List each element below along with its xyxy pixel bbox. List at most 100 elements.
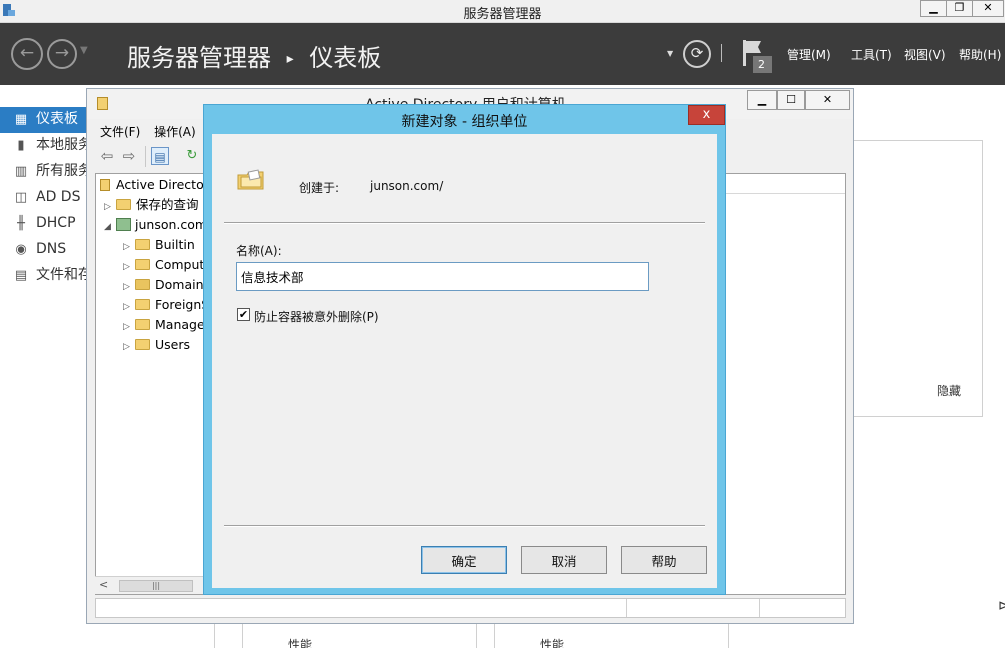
- expand-arrow-icon[interactable]: ▷: [123, 297, 135, 317]
- aduc-close-button[interactable]: ✕: [805, 90, 850, 110]
- sidebar-item-file-storage[interactable]: ▤ 文件和存: [0, 263, 95, 289]
- cancel-button[interactable]: 取消: [521, 546, 607, 574]
- folder-icon: [135, 239, 150, 250]
- sidebar-item-all-servers[interactable]: ▥ 所有服务: [0, 159, 95, 185]
- aduc-maximize-button[interactable]: ☐: [777, 90, 805, 110]
- menu-manage[interactable]: 管理(M): [787, 46, 831, 63]
- protect-deletion-checkbox[interactable]: ✔: [237, 308, 250, 321]
- organizational-unit-icon: [237, 169, 264, 190]
- menu-view[interactable]: 视图(V): [904, 46, 946, 63]
- name-label: 名称(A):: [236, 244, 282, 258]
- details-pane: [724, 173, 846, 595]
- menu-help[interactable]: 帮助(H): [959, 46, 1001, 63]
- sidebar-item-ad-ds[interactable]: ◫ AD DS: [0, 185, 95, 211]
- tree-item-users[interactable]: ▷ Users: [123, 335, 190, 355]
- sidebar-item-dns[interactable]: ◉ DNS: [0, 237, 95, 263]
- aduc-minimize-button[interactable]: ▁: [747, 90, 777, 110]
- expand-arrow-icon[interactable]: ▷: [123, 277, 135, 297]
- expand-arrow-icon[interactable]: ▷: [123, 317, 135, 337]
- server-manager-header: ← → ▼ 服务器管理器 ▸ 仪表板 ▼ ⟳ 2 管理(M) 工具(T) 视图(…: [0, 23, 1005, 85]
- tree-item-label: Builtin: [155, 237, 195, 252]
- tree-item-label: Domain Controllers: [155, 277, 204, 292]
- scroll-left-icon[interactable]: <: [99, 578, 108, 591]
- back-button[interactable]: ←: [11, 38, 43, 70]
- tree-item-saved-queries[interactable]: ▷ 保存的查询: [104, 195, 199, 215]
- tree-item-computers[interactable]: ▷ Computers: [123, 255, 204, 277]
- tree-horizontal-scrollbar[interactable]: < |||: [95, 576, 205, 594]
- sidebar: ▦ 仪表板 ▮ 本地服务 ▥ 所有服务 ◫ AD DS ╫ DHCP ◉ DNS ▤ 文件和存: [0, 107, 95, 289]
- breadcrumb-page: 仪表板: [309, 44, 382, 72]
- restore-button[interactable]: ❐: [946, 0, 973, 17]
- close-icon: x: [702, 107, 711, 122]
- tree-item-label: 保存的查询: [136, 197, 199, 212]
- notification-count: 2: [758, 58, 765, 71]
- forward-arrow-icon: →: [54, 43, 70, 63]
- forward-button[interactable]: →: [47, 39, 77, 69]
- tree-item-root[interactable]: Active Directory: [100, 175, 204, 195]
- divider: [214, 624, 215, 648]
- tree-item-builtin[interactable]: ▷ Builtin: [123, 235, 195, 255]
- back-arrow-icon: ←: [19, 43, 35, 63]
- breadcrumb: 服务器管理器 ▸ 仪表板: [127, 38, 381, 73]
- expand-arrow-icon[interactable]: ▷: [104, 197, 116, 217]
- expand-arrow-icon[interactable]: ▷: [123, 237, 135, 257]
- breadcrumb-root[interactable]: 服务器管理器: [127, 44, 271, 72]
- close-button[interactable]: ✕: [972, 0, 1004, 17]
- tree-item-label: junson.com: [135, 217, 205, 232]
- divider: [242, 624, 243, 648]
- protect-deletion-label[interactable]: 防止容器被意外删除(P): [254, 308, 379, 325]
- tree-item-label: Managed Service Accounts: [155, 317, 205, 332]
- status-divider: [759, 599, 760, 617]
- dialog-body: 创建于: junson.com/ 名称(A): ✔ 防止容器被意外删除(P) 确…: [212, 134, 717, 588]
- separator: [224, 222, 705, 224]
- sidebar-item-label: DHCP: [36, 215, 76, 231]
- header-divider: [721, 44, 722, 62]
- sidebar-item-local-server[interactable]: ▮ 本地服务: [0, 133, 95, 159]
- server-manager-titlebar: 服务器管理器 ▁ ❐ ✕: [0, 0, 1005, 23]
- window-title: 服务器管理器: [463, 7, 542, 22]
- folder-icon: [135, 299, 150, 310]
- collapse-arrow-icon[interactable]: ◢: [104, 217, 116, 237]
- hide-link[interactable]: 隐藏: [937, 382, 961, 399]
- mouse-cursor-icon: ⊳: [998, 598, 1005, 614]
- sidebar-item-dhcp[interactable]: ╫ DHCP: [0, 211, 95, 237]
- refresh-dropdown-icon[interactable]: ▼: [667, 49, 673, 58]
- toolbar-separator: [145, 146, 146, 167]
- menu-action[interactable]: 操作(A): [149, 120, 201, 143]
- refresh-icon[interactable]: ↻: [183, 147, 201, 165]
- aduc-statusbar: [95, 598, 846, 618]
- tree-item-managed-service-accounts[interactable]: ▷ Managed Service Accounts: [123, 315, 205, 337]
- menu-file[interactable]: 文件(F): [95, 120, 145, 143]
- minimize-button[interactable]: ▁: [920, 0, 947, 17]
- back-arrow-icon[interactable]: ⇦: [98, 147, 116, 165]
- grid-icon: ▦: [14, 112, 28, 127]
- sidebar-item-label: AD DS: [36, 189, 81, 205]
- menu-tools[interactable]: 工具(T): [851, 46, 892, 63]
- folder-icon: [116, 199, 131, 210]
- console-tree-icon[interactable]: ▤: [151, 147, 169, 165]
- sidebar-item-dashboard[interactable]: ▦ 仪表板: [0, 107, 95, 133]
- dialog-close-button[interactable]: x: [688, 105, 725, 125]
- name-input[interactable]: [236, 262, 649, 291]
- checkmark-icon: ✔: [238, 308, 249, 321]
- scroll-thumb[interactable]: |||: [119, 580, 193, 592]
- forward-arrow-icon[interactable]: ⇨: [120, 147, 138, 165]
- help-button[interactable]: 帮助: [621, 546, 707, 574]
- tree-item-label: Active Directory: [116, 177, 204, 192]
- dialog-title: 新建对象 - 组织单位: [401, 114, 528, 130]
- sidebar-item-label: 仪表板: [36, 111, 78, 127]
- breadcrumb-separator-icon: ▸: [286, 51, 294, 67]
- tree-item-foreign-security-principals[interactable]: ▷ ForeignSecurityPrincipals: [123, 295, 204, 317]
- tree-item-domain[interactable]: ◢ junson.com: [104, 215, 205, 237]
- expand-arrow-icon[interactable]: ▷: [123, 337, 135, 357]
- created-in-label: 创建于:: [299, 181, 340, 195]
- tree-item-domain-controllers[interactable]: ▷ Domain Controllers: [123, 275, 204, 297]
- file-storage-icon: ▤: [14, 268, 28, 283]
- dialog-titlebar: 新建对象 - 组织单位: [204, 105, 725, 133]
- console-tree: Active Directory ▷ 保存的查询 ◢ junson.com ▷ Bui…: [95, 173, 205, 595]
- expand-arrow-icon[interactable]: ▷: [123, 257, 135, 277]
- history-dropdown-icon[interactable]: ▼: [80, 45, 88, 56]
- ok-button[interactable]: 确定: [421, 546, 507, 574]
- dns-icon: ◉: [15, 242, 27, 257]
- refresh-icon[interactable]: ⟳: [683, 40, 711, 68]
